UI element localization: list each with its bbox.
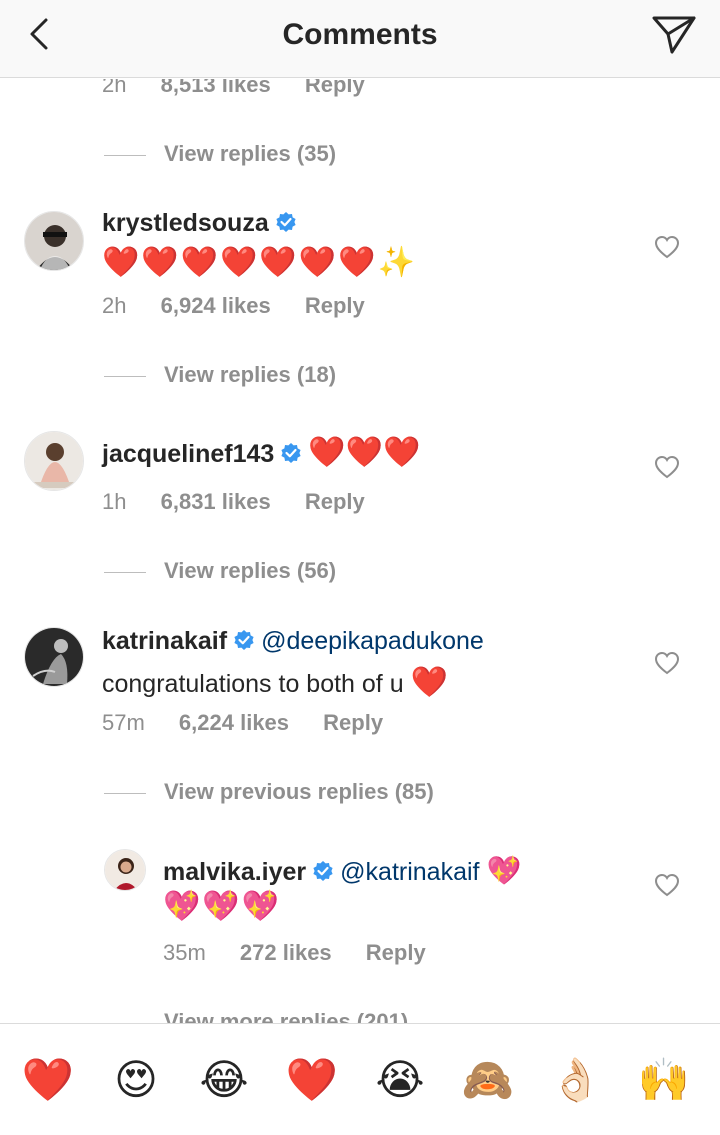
comment-emoji: 💖 bbox=[486, 855, 522, 886]
comment-meta: 2h 8,513 likes Reply bbox=[102, 79, 365, 98]
comment-emoji: ❤️ bbox=[410, 666, 448, 699]
divider-line bbox=[104, 792, 146, 794]
likes-count[interactable]: 272 likes bbox=[240, 940, 332, 965]
comment-meta: 57m 6,224 likes Reply bbox=[102, 710, 383, 736]
reply-button[interactable]: Reply bbox=[305, 489, 365, 514]
quick-emoji-crying[interactable]: 😭 bbox=[372, 1052, 428, 1108]
reply-button[interactable]: Reply bbox=[323, 710, 383, 735]
username[interactable]: jacquelinef143 bbox=[102, 440, 274, 468]
comment-time: 2h bbox=[102, 293, 127, 318]
verified-badge-icon bbox=[313, 861, 333, 881]
comment-header: krystledsouza bbox=[102, 209, 303, 238]
like-heart-icon[interactable] bbox=[654, 235, 680, 259]
quick-emoji-red-heart-2[interactable]: ❤️ bbox=[284, 1052, 340, 1108]
mention-link[interactable]: @deepikapadukone bbox=[261, 627, 484, 655]
quick-emoji-ok-hand[interactable]: 👌🏻 bbox=[548, 1052, 604, 1108]
likes-count[interactable]: 8,513 likes bbox=[161, 79, 271, 97]
reply-button[interactable]: Reply bbox=[366, 940, 426, 965]
comment-time: 35m bbox=[163, 940, 206, 965]
reply-button[interactable]: Reply bbox=[305, 293, 365, 318]
avatar[interactable] bbox=[24, 431, 84, 491]
likes-count[interactable]: 6,831 likes bbox=[161, 489, 271, 514]
send-direct-icon[interactable] bbox=[650, 12, 698, 56]
comment-text: ❤️❤️❤️ bbox=[308, 436, 421, 469]
avatar[interactable] bbox=[104, 849, 146, 891]
reply-button[interactable]: Reply bbox=[305, 79, 365, 97]
divider-line bbox=[104, 571, 146, 573]
comments-list[interactable]: 2h 8,513 likes Reply View replies (35) k… bbox=[0, 79, 720, 1023]
like-heart-icon[interactable] bbox=[654, 873, 680, 897]
view-more-replies-link[interactable]: View more replies (201) bbox=[104, 1009, 408, 1023]
comment-text: ❤️❤️❤️❤️❤️❤️❤️✨ bbox=[102, 246, 417, 279]
quick-emoji-raising-hands[interactable]: 🙌 bbox=[636, 1052, 692, 1108]
username[interactable]: krystledsouza bbox=[102, 209, 269, 237]
avatar[interactable] bbox=[24, 211, 84, 271]
quick-emoji-see-no-evil-monkey[interactable]: 🙈 bbox=[460, 1052, 516, 1108]
divider-line bbox=[104, 154, 146, 156]
verified-badge-icon bbox=[281, 443, 301, 463]
comment-meta: 35m 272 likes Reply bbox=[163, 940, 426, 966]
comment-text-line: congratulations to both of u ❤️ bbox=[102, 665, 448, 700]
view-replies-link[interactable]: View replies (35) bbox=[104, 141, 336, 167]
quick-emoji-tears-of-joy[interactable]: 😂 bbox=[196, 1052, 252, 1108]
likes-count[interactable]: 6,924 likes bbox=[161, 293, 271, 318]
comment-meta: 1h 6,831 likes Reply bbox=[102, 489, 365, 515]
like-heart-icon[interactable] bbox=[654, 455, 680, 479]
view-replies-link[interactable]: View replies (18) bbox=[104, 362, 336, 388]
like-heart-icon[interactable] bbox=[654, 651, 680, 675]
comment-header: katrinakaif @deepikapadukone bbox=[102, 627, 484, 656]
view-replies-link[interactable]: View replies (56) bbox=[104, 558, 336, 584]
username[interactable]: katrinakaif bbox=[102, 627, 227, 655]
comment-header: malvika.iyer @katrinakaif 💖 bbox=[163, 854, 521, 887]
quick-emoji-bar: ❤️ 😍 😂 ❤️ 😭 🙈 👌🏻 🙌 bbox=[0, 1023, 720, 1135]
quick-emoji-heart-eyes[interactable]: 😍 bbox=[108, 1052, 164, 1108]
comment-text: congratulations to both of u bbox=[102, 670, 404, 698]
comment-time: 1h bbox=[102, 489, 127, 514]
avatar[interactable] bbox=[24, 627, 84, 687]
header-bar: Comments bbox=[0, 0, 720, 78]
comment-text: 💖💖💖 bbox=[163, 890, 282, 923]
page-title: Comments bbox=[282, 18, 438, 51]
comment-time: 2h bbox=[102, 79, 127, 97]
verified-badge-icon bbox=[276, 212, 296, 232]
comment-time: 57m bbox=[102, 710, 145, 735]
divider-line bbox=[104, 375, 146, 377]
comment-header: jacquelinef143 ❤️❤️❤️ bbox=[102, 435, 420, 470]
quick-emoji-red-heart[interactable]: ❤️ bbox=[20, 1052, 76, 1108]
view-previous-replies-link[interactable]: View previous replies (85) bbox=[104, 779, 434, 805]
likes-count[interactable]: 6,224 likes bbox=[179, 710, 289, 735]
verified-badge-icon bbox=[234, 630, 254, 650]
comment-meta: 2h 6,924 likes Reply bbox=[102, 293, 365, 319]
mention-link[interactable]: @katrinakaif bbox=[340, 858, 479, 886]
username[interactable]: malvika.iyer bbox=[163, 858, 306, 886]
